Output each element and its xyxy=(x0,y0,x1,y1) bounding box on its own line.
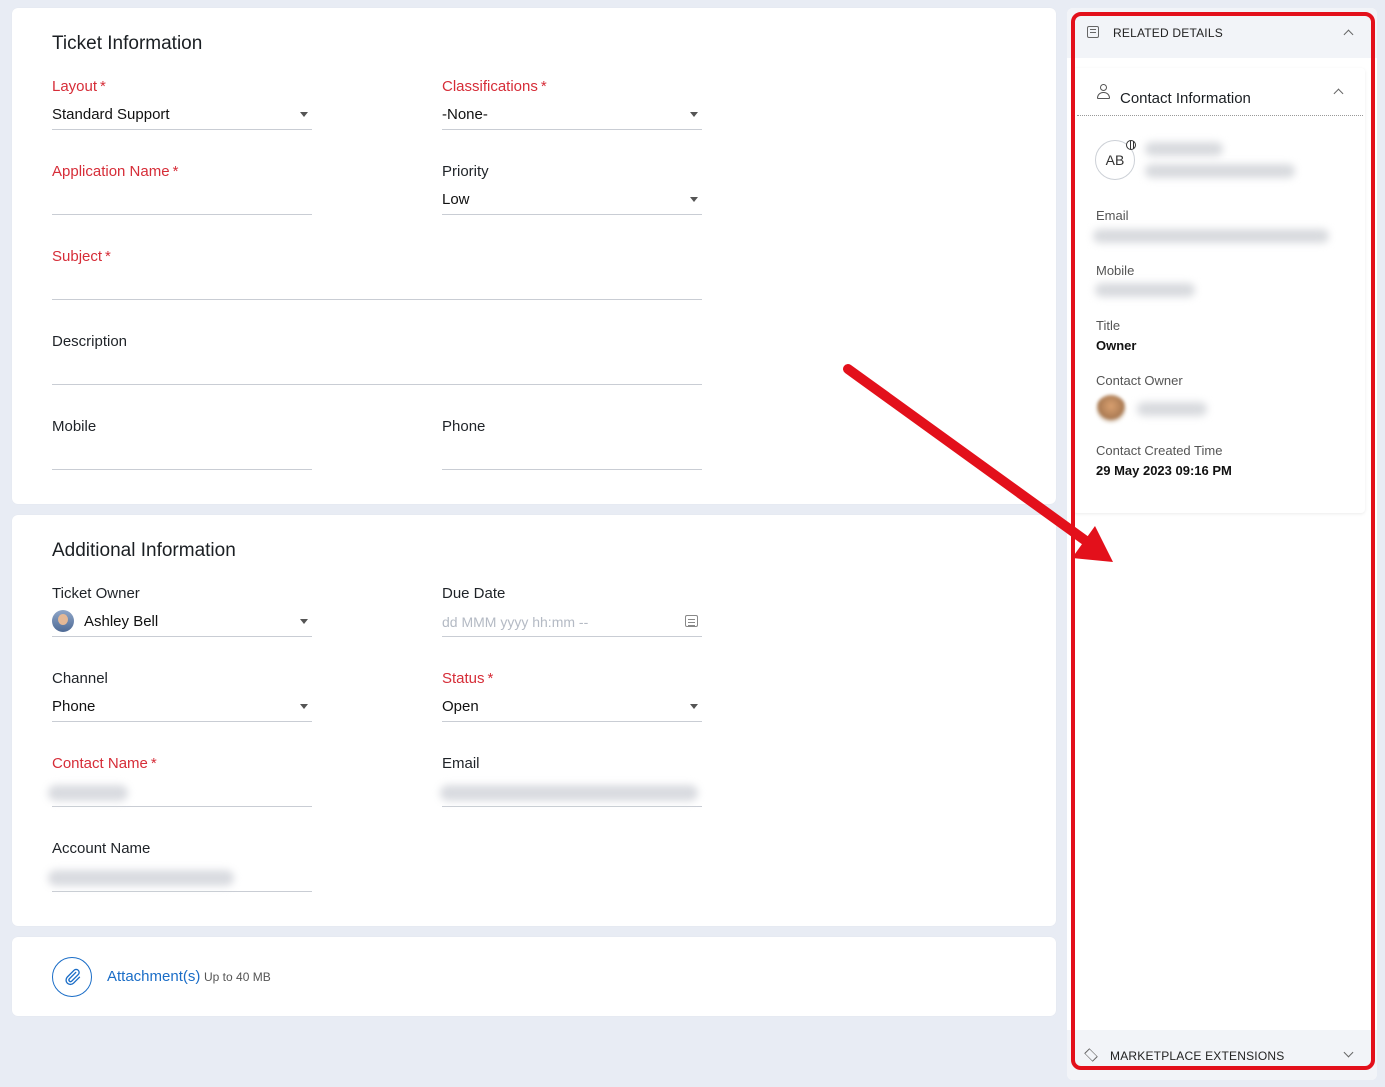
status-label: Status * xyxy=(442,670,494,687)
phone-label: Phone xyxy=(442,418,486,435)
subject-label: Subject * xyxy=(52,248,111,265)
dropdown-caret-icon[interactable] xyxy=(690,197,698,202)
priority-select[interactable]: Low xyxy=(442,191,702,215)
avatar xyxy=(52,610,74,632)
ticket-information-card: Ticket Information Layout * Standard Supp… xyxy=(12,8,1056,504)
ticket-owner-value: Ashley Bell xyxy=(84,613,159,630)
layout-select[interactable]: Standard Support xyxy=(52,106,312,130)
dropdown-caret-icon[interactable] xyxy=(300,619,308,624)
application-name-input[interactable] xyxy=(52,191,312,215)
mobile-label: Mobile xyxy=(52,418,97,435)
priority-label: Priority xyxy=(442,163,489,180)
ticket-owner-select[interactable]: Ashley Bell xyxy=(52,610,312,637)
phone-field[interactable]: Phone xyxy=(442,418,702,470)
contact-name-input[interactable] xyxy=(48,783,312,807)
application-name-label: Application Name * xyxy=(52,163,179,180)
classifications-field[interactable]: Classifications * -None- xyxy=(442,78,702,130)
layout-field[interactable]: Layout * Standard Support xyxy=(52,78,312,130)
classifications-select[interactable]: -None- xyxy=(442,106,702,130)
account-name-field[interactable]: Account Name xyxy=(48,840,312,892)
attachments-size-hint: Up to 40 MB xyxy=(204,970,271,984)
status-value: Open xyxy=(442,698,479,715)
application-name-field[interactable]: Application Name * xyxy=(52,163,312,215)
subject-field[interactable]: Subject * xyxy=(52,248,702,300)
channel-label: Channel xyxy=(52,670,108,687)
channel-value: Phone xyxy=(52,698,96,715)
contact-name-label: Contact Name * xyxy=(52,755,157,772)
paperclip-icon xyxy=(65,968,81,986)
layout-label: Layout * xyxy=(52,78,106,95)
mobile-field[interactable]: Mobile xyxy=(52,418,312,470)
email-field[interactable]: Email xyxy=(440,755,702,807)
contact-name-field[interactable]: Contact Name * xyxy=(48,755,312,807)
redacted-value xyxy=(440,785,698,801)
classifications-value: -None- xyxy=(442,106,488,123)
account-name-input[interactable] xyxy=(48,868,312,892)
dropdown-caret-icon[interactable] xyxy=(690,112,698,117)
due-date-placeholder: dd MMM yyyy hh:mm -- xyxy=(442,614,589,630)
description-label: Description xyxy=(52,333,128,350)
layout-value: Standard Support xyxy=(52,106,170,123)
description-input[interactable] xyxy=(52,361,702,385)
ticket-owner-label: Ticket Owner xyxy=(52,585,140,602)
ticket-owner-field[interactable]: Ticket Owner Ashley Bell xyxy=(52,585,312,637)
attachments-card: Attachment(s) Up to 40 MB xyxy=(12,937,1056,1016)
mobile-input[interactable] xyxy=(52,446,312,470)
due-date-input[interactable]: dd MMM yyyy hh:mm -- xyxy=(442,613,702,637)
channel-select[interactable]: Phone xyxy=(52,698,312,722)
redacted-value xyxy=(48,785,128,801)
channel-field[interactable]: Channel Phone xyxy=(52,670,312,722)
subject-input[interactable] xyxy=(52,276,702,300)
status-select[interactable]: Open xyxy=(442,698,702,722)
dropdown-caret-icon[interactable] xyxy=(300,112,308,117)
priority-field[interactable]: Priority Low xyxy=(442,163,702,215)
ticket-information-title: Ticket Information xyxy=(52,33,203,54)
dropdown-caret-icon[interactable] xyxy=(300,704,308,709)
status-field[interactable]: Status * Open xyxy=(442,670,702,722)
annotation-highlight-box xyxy=(1071,12,1375,1070)
email-input[interactable] xyxy=(440,783,702,807)
classifications-label: Classifications * xyxy=(442,78,547,95)
dropdown-caret-icon[interactable] xyxy=(690,704,698,709)
redacted-value xyxy=(48,870,234,886)
attachments-link[interactable]: Attachment(s) xyxy=(107,968,200,985)
due-date-field[interactable]: Due Date dd MMM yyyy hh:mm -- xyxy=(442,585,702,637)
description-field[interactable]: Description xyxy=(52,333,702,385)
due-date-label: Due Date xyxy=(442,585,506,602)
phone-input[interactable] xyxy=(442,446,702,470)
additional-information-title: Additional Information xyxy=(52,540,236,561)
attach-button[interactable] xyxy=(52,957,92,997)
calendar-icon[interactable] xyxy=(685,615,698,627)
email-label: Email xyxy=(442,755,480,772)
additional-information-card: Additional Information Ticket Owner Ashl… xyxy=(12,515,1056,926)
account-name-label: Account Name xyxy=(52,840,151,857)
priority-value: Low xyxy=(442,191,470,208)
